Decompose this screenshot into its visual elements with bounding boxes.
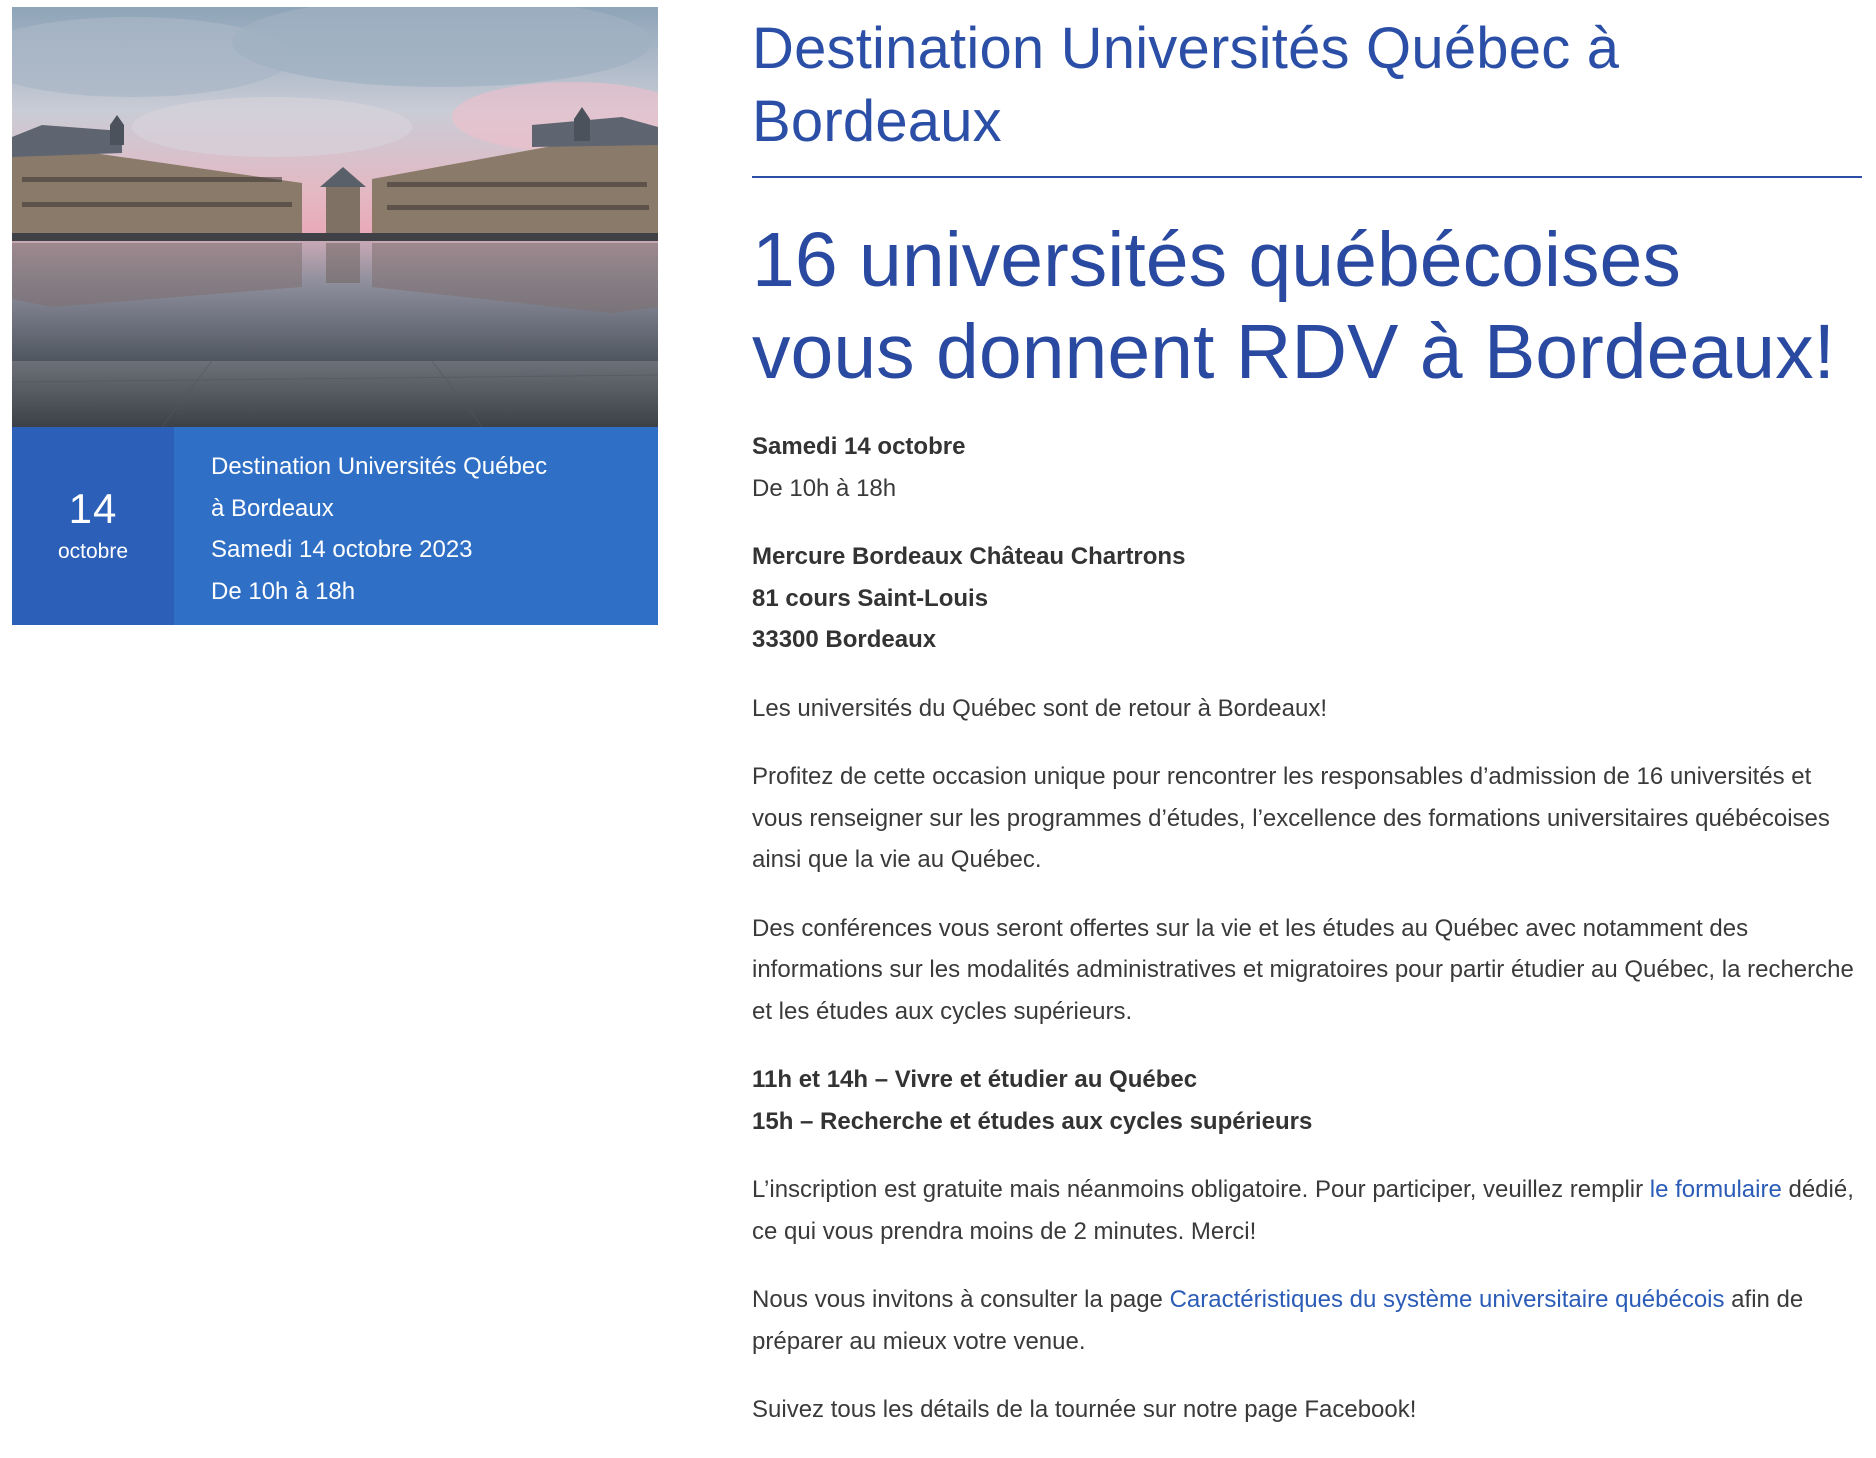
- event-date-bold: Samedi 14 octobre: [752, 433, 966, 460]
- paragraph-conferences: Des conférences vous seront offertes sur…: [752, 914, 1854, 1025]
- registration-form-link[interactable]: le formulaire: [1650, 1176, 1782, 1203]
- venue-street: 81 cours Saint-Louis: [752, 584, 989, 612]
- page-title: Destination Universités Québec à Bordeau…: [752, 16, 1620, 154]
- paragraph-return: Les universités du Québec sont de retour…: [752, 694, 1328, 722]
- event-month: octobre: [57, 540, 129, 563]
- event-date-badge: 14 octobre: [12, 427, 174, 625]
- article-content: Samedi 14 octobre De 10h à 18h Mercure B…: [752, 426, 1862, 1431]
- paragraph-consult: Nous vous invitons à consulter la page C…: [752, 1279, 1862, 1362]
- event-info-line: Samedi 14 octobre 2023: [211, 536, 473, 563]
- event-venue: Mercure Bordeaux Château Chartrons 81 co…: [752, 536, 1862, 661]
- event-info-line: à Bordeaux: [211, 494, 334, 522]
- schedule-item: 15h – Recherche et études aux cycles sup…: [752, 1107, 1313, 1135]
- article-headline: 16 universités québécoises vous donnent …: [752, 217, 1835, 395]
- event-info-line: De 10h à 18h: [211, 577, 356, 605]
- article: Destination Universités Québec à Bordeau…: [752, 12, 1862, 1458]
- event-info: Destination Universités Québec à Bordeau…: [174, 427, 658, 625]
- system-characteristics-link[interactable]: Caractéristiques du système universitair…: [1170, 1286, 1725, 1313]
- venue-name: Mercure Bordeaux Château Chartrons: [752, 543, 1186, 570]
- event-day: 14: [68, 485, 118, 532]
- event-bar[interactable]: 14 octobre Destination Universités Québe…: [12, 427, 658, 625]
- conference-schedule: 11h et 14h – Vivre et étudier au Québec …: [752, 1059, 1862, 1142]
- paragraph-opportunity: Profitez de cette occasion unique pour r…: [752, 763, 1830, 873]
- event-hours: De 10h à 18h: [752, 474, 897, 502]
- registration-text-before: L’inscription est gratuite mais néanmoin…: [752, 1176, 1650, 1203]
- event-photo-bordeaux: [12, 7, 658, 427]
- paragraph-facebook: Suivez tous les détails de la tournée su…: [752, 1396, 1417, 1423]
- title-divider: [752, 176, 1862, 178]
- schedule-item: 11h et 14h – Vivre et étudier au Québec: [752, 1066, 1198, 1093]
- paragraph-registration: L’inscription est gratuite mais néanmoin…: [752, 1169, 1862, 1252]
- event-info-line: Destination Universités Québec: [211, 453, 548, 480]
- event-card[interactable]: 14 octobre Destination Universités Québe…: [12, 7, 658, 625]
- venue-city: 33300 Bordeaux: [752, 626, 937, 653]
- consult-text-before: Nous vous invitons à consulter la page: [752, 1286, 1170, 1313]
- event-when: Samedi 14 octobre De 10h à 18h: [752, 426, 1862, 509]
